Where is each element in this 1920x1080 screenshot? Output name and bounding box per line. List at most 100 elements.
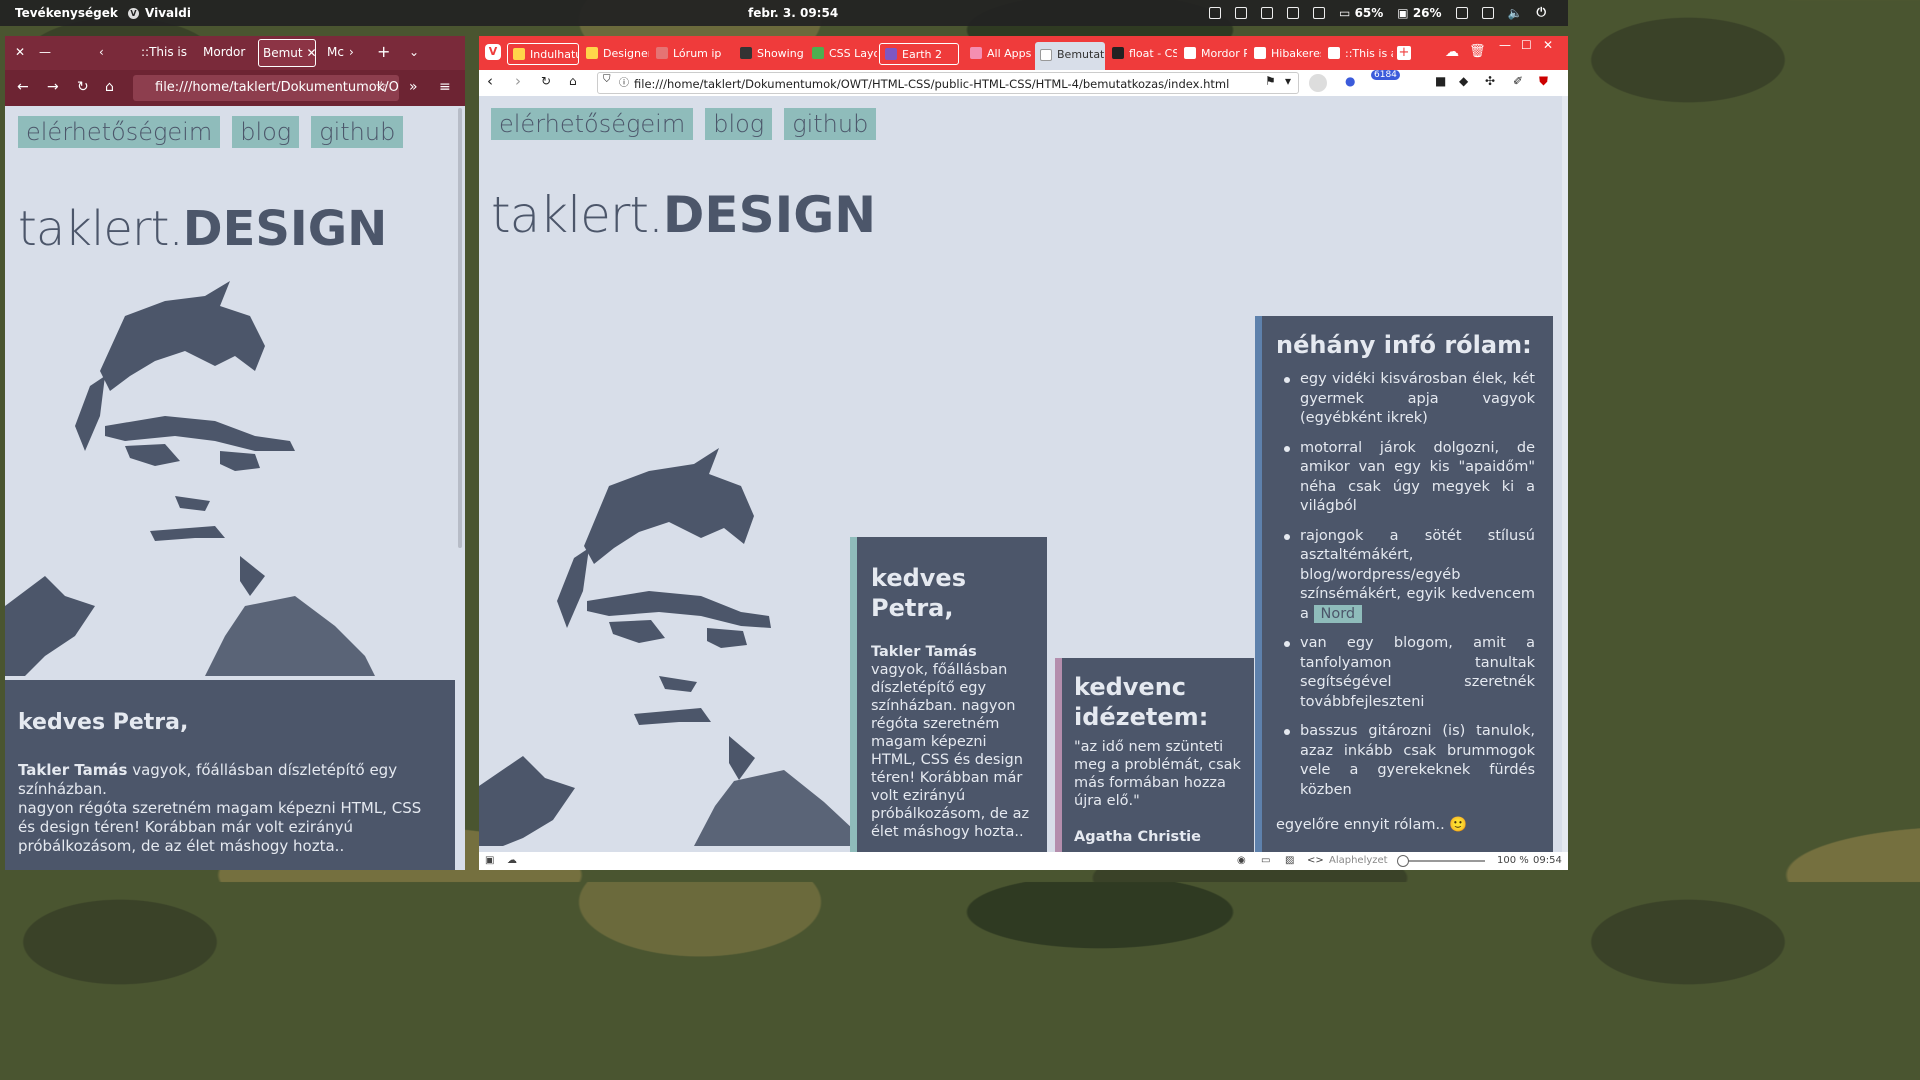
zoom-reset[interactable]: Alaphelyzet	[1329, 855, 1388, 866]
zoom-slider-track[interactable]	[1399, 860, 1485, 862]
tab[interactable]: Showing r	[735, 43, 805, 65]
quote-author: Agatha Christie	[1074, 829, 1201, 845]
scrollbar[interactable]	[458, 108, 462, 548]
bookmark-star-icon[interactable]: ☆	[375, 79, 388, 95]
image-icon[interactable]: ▨	[1285, 855, 1294, 866]
clock[interactable]: febr. 3. 09:54	[748, 6, 838, 20]
about-title: néhány infó rólam:	[1276, 331, 1532, 359]
zoom-level[interactable]: 100 %	[1497, 855, 1529, 866]
home-icon[interactable]: ⌂	[569, 74, 577, 88]
profile-avatar[interactable]	[1309, 74, 1327, 92]
extension-icon[interactable]: ●	[1345, 74, 1355, 88]
screen-icon[interactable]	[1455, 6, 1468, 19]
tab[interactable]: All Apps |	[965, 43, 1031, 65]
close-icon[interactable]: ✕	[15, 45, 25, 59]
tab[interactable]: CSS Layo	[807, 43, 877, 65]
extension-icon[interactable]	[1235, 6, 1248, 19]
tab[interactable]: Mordor P	[1179, 43, 1247, 65]
close-icon[interactable]: ✕	[1543, 38, 1553, 52]
tab[interactable]: Indulhatu	[507, 43, 579, 65]
menu-github-link[interactable]: github	[784, 108, 877, 140]
overflow-icon[interactable]: »	[409, 79, 418, 95]
tabs-scroll-right-icon[interactable]: ›	[349, 45, 354, 59]
home-icon[interactable]: ⌂	[105, 79, 114, 95]
users-icon[interactable]	[1287, 6, 1300, 19]
extension-icon[interactable]: ✐	[1513, 74, 1523, 88]
address-bar[interactable]: file:///home/taklert/Dokumentumok/O	[133, 75, 399, 101]
tab-favicon	[740, 47, 752, 59]
tab[interactable]: Hibakeres	[1249, 43, 1321, 65]
reload-icon[interactable]: ↻	[77, 79, 89, 95]
menu-blog-link[interactable]: blog	[705, 108, 773, 140]
zoom-slider-handle[interactable]	[1397, 855, 1409, 867]
system-tray[interactable]: ▭ 65% ▣ 26% 🔈 ⏻	[1209, 5, 1546, 20]
status-clock: 09:54	[1533, 855, 1562, 866]
tab-favicon	[1112, 47, 1124, 59]
list-item: van egy blogom, amit a tanfolyamon tanul…	[1284, 634, 1535, 712]
app-menu[interactable]: V Vivaldi	[128, 6, 191, 20]
volume-icon[interactable]: 🔈	[1508, 6, 1523, 20]
trash-icon[interactable]: 🗑	[1469, 44, 1486, 59]
tab[interactable]: ::This is a	[1323, 43, 1393, 65]
tab-favicon	[1328, 47, 1340, 59]
extension-icon[interactable]: ✣	[1485, 74, 1495, 88]
extension-icon[interactable]: ⛊	[1539, 74, 1548, 89]
new-tab-button[interactable]: +	[377, 42, 390, 61]
hamburger-menu-icon[interactable]: ≡	[439, 79, 451, 95]
power-icon[interactable]: ⏻	[1537, 5, 1547, 20]
menu-contacts-link[interactable]: elérhetőségeim	[18, 116, 221, 148]
tab[interactable]: float - CSS	[1107, 43, 1177, 65]
scrollbar[interactable]	[1562, 96, 1568, 852]
shield-icon[interactable]: ⛉	[603, 74, 611, 85]
minimize-icon[interactable]: —	[1499, 38, 1511, 52]
tab[interactable]: Mc	[327, 45, 344, 59]
info-icon[interactable]: ⓘ	[619, 74, 629, 89]
tab[interactable]: Lórum ip	[651, 43, 727, 65]
list-item: egy vidéki kisvárosban élek, két gyermek…	[1284, 370, 1535, 429]
clipboard-icon[interactable]	[1261, 6, 1274, 19]
chevron-down-icon[interactable]: ⌄	[409, 45, 419, 59]
tiling-icon[interactable]: ▭	[1261, 855, 1270, 866]
extension-badge[interactable]: 6184	[1371, 70, 1400, 80]
activities-button[interactable]: Tevékenységek	[15, 6, 118, 20]
tab-active[interactable]: Bemutatk	[1035, 42, 1105, 70]
tab[interactable]: Designer	[581, 43, 649, 65]
quote-text: "az idő nem szünteti meg a problémát, cs…	[1074, 739, 1241, 809]
tab-active[interactable]: Bemut ✕	[258, 39, 316, 67]
menu-contacts-link[interactable]: elérhetőségeim	[491, 108, 694, 140]
battery-2[interactable]: ▣ 26%	[1397, 6, 1441, 20]
tabs-scroll-left-icon[interactable]: ‹	[99, 45, 104, 59]
dropdown-icon[interactable]: ▾	[1285, 74, 1291, 88]
code-icon[interactable]: <>	[1307, 855, 1324, 866]
extension-icon[interactable]: ◆	[1459, 74, 1468, 88]
reload-icon[interactable]: ↻	[541, 74, 551, 88]
maximize-icon[interactable]: ☐	[1521, 38, 1532, 52]
bookmark-icon[interactable]: ⚑	[1265, 74, 1276, 88]
right-nav-bar: ‹ › ↻ ⌂ file:///home/taklert/Dokumentumo…	[479, 70, 1568, 96]
pipette-icon[interactable]	[1313, 6, 1326, 19]
menu-github-link[interactable]: github	[311, 116, 404, 148]
tab[interactable]: ::This is	[141, 45, 187, 59]
greeting-title: kedves Petra,	[871, 564, 966, 622]
new-tab-button[interactable]: +	[1397, 46, 1411, 60]
panel-toggle-icon[interactable]: ▣	[485, 855, 494, 866]
sync-cloud-icon[interactable]: ☁	[507, 855, 517, 866]
minimize-icon[interactable]: —	[39, 45, 51, 59]
network-icon[interactable]	[1481, 6, 1494, 19]
forward-icon[interactable]: →	[47, 79, 59, 95]
capture-icon[interactable]: ◉	[1237, 855, 1246, 866]
extension-icon[interactable]: ■	[1435, 74, 1446, 88]
menu-blog-link[interactable]: blog	[232, 116, 300, 148]
camera-icon[interactable]	[1209, 6, 1222, 19]
back-icon[interactable]: ←	[17, 79, 29, 95]
battery-1[interactable]: ▭ 65%	[1339, 6, 1383, 20]
cloud-icon[interactable]: ☁	[1445, 44, 1459, 60]
quote-title: kedvenc idézetem:	[1074, 673, 1209, 731]
forward-icon[interactable]: ›	[515, 72, 521, 90]
left-nav-bar: ← → ↻ ⌂ file:///home/taklert/Dokumentumo…	[5, 70, 465, 106]
vivaldi-menu-icon[interactable]: V	[485, 44, 501, 60]
back-icon[interactable]: ‹	[487, 72, 493, 90]
tab[interactable]: Earth 2	[879, 43, 959, 65]
tab[interactable]: Mordor	[203, 45, 245, 59]
address-bar[interactable]: file:///home/taklert/Dokumentumok/OWT/HT…	[597, 72, 1299, 94]
